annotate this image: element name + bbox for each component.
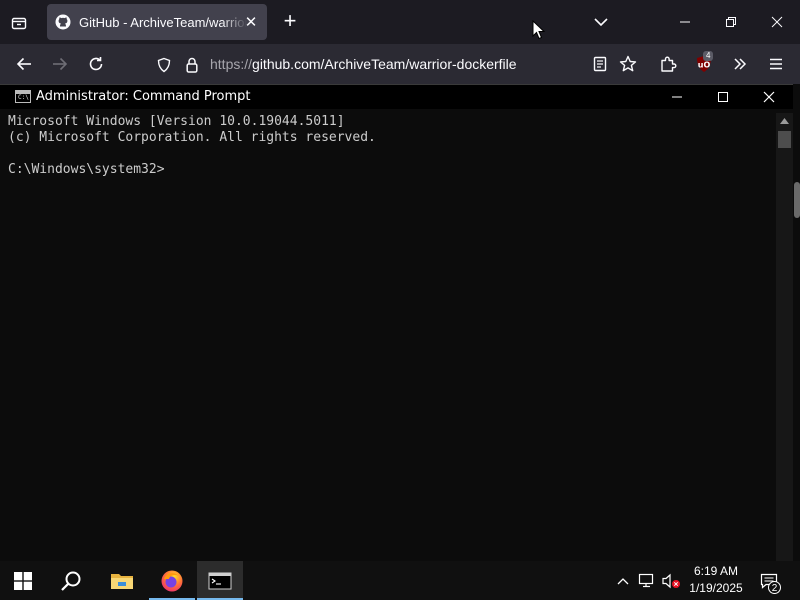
tab-list-button[interactable] (6, 10, 32, 36)
reload-icon (89, 57, 103, 71)
browser-restore-button[interactable] (708, 0, 754, 44)
extensions-icon (661, 56, 677, 72)
reload-button[interactable] (84, 52, 108, 76)
shield-icon[interactable] (156, 57, 172, 73)
app-menu-button[interactable] (764, 52, 788, 76)
taskbar-clock[interactable]: 6:19 AM 1/19/2025 (684, 563, 748, 597)
url-host-path: github.com/ArchiveTeam/warrior-dockerfil… (252, 56, 517, 72)
minimize-icon (680, 21, 690, 23)
mouse-cursor-icon (532, 20, 546, 40)
action-center-button[interactable] (756, 561, 782, 600)
command-prompt-icon: C:\ (15, 90, 31, 103)
list-all-tabs-button[interactable] (592, 13, 610, 31)
cmd-scroll-thumb[interactable] (778, 131, 791, 148)
network-icon (638, 573, 654, 587)
browser-tab-github[interactable]: GitHub - ArchiveTeam/warrior-dockerfile … (47, 4, 267, 40)
cmd-line: (c) Microsoft Corporation. All rights re… (8, 130, 376, 145)
chevron-down-icon (594, 18, 608, 27)
chevron-up-icon (617, 577, 629, 584)
forward-button[interactable] (48, 52, 72, 76)
star-icon (619, 55, 637, 72)
cmd-line: Microsoft Windows [Version 10.0.19044.50… (8, 114, 345, 129)
search-icon (61, 571, 81, 591)
back-icon (16, 57, 31, 71)
cmd-title-bar[interactable]: C:\ Administrator: Command Prompt (0, 85, 800, 109)
url-bar[interactable]: https://github.com/ArchiveTeam/warrior-d… (148, 50, 648, 80)
back-button[interactable] (12, 52, 36, 76)
overflow-menu-button[interactable] (728, 52, 752, 76)
notification-count-badge: 2 (768, 581, 781, 594)
url-text[interactable]: https://github.com/ArchiveTeam/warrior-d… (210, 56, 517, 72)
url-scheme: https:// (210, 56, 253, 72)
volume-muted-icon (662, 573, 680, 588)
lock-icon[interactable] (184, 56, 200, 74)
bookmark-button[interactable] (616, 52, 640, 76)
command-prompt-window[interactable]: C:\ Administrator: Command Prompt Micros… (0, 84, 800, 562)
clock-time: 6:19 AM (693, 564, 739, 578)
tab-title: GitHub - ArchiveTeam/warrior-dockerfile (79, 14, 247, 30)
new-tab-button[interactable]: + (280, 8, 300, 33)
close-icon (771, 16, 783, 28)
close-icon (763, 91, 775, 103)
overflow-icon (734, 58, 747, 70)
forward-icon (53, 57, 68, 71)
reader-view-icon (593, 56, 607, 72)
close-icon[interactable]: ✕ (243, 14, 259, 31)
minimize-icon (672, 96, 682, 98)
restore-icon (726, 17, 736, 27)
cmd-output[interactable]: Microsoft Windows [Version 10.0.19044.50… (8, 114, 376, 178)
navigation-toolbar: https://github.com/ArchiveTeam/warrior-d… (0, 44, 800, 84)
extensions-button[interactable] (656, 52, 680, 76)
file-explorer-icon (111, 573, 133, 589)
menu-icon (770, 58, 782, 70)
github-icon (55, 14, 71, 30)
cmd-line (8, 146, 376, 162)
windows-taskbar: 6:19 AM 1/19/2025 2 (0, 561, 800, 600)
network-button[interactable] (636, 561, 658, 600)
cmd-prompt-line: C:\Windows\system32> (8, 162, 165, 177)
scroll-up-arrow[interactable] (776, 113, 793, 129)
clock-date: 1/19/2025 (689, 581, 743, 595)
page-scroll-thumb[interactable] (794, 182, 800, 218)
taskbar-file-explorer[interactable] (99, 561, 145, 600)
windows-start-icon (14, 571, 32, 590)
taskbar-command-prompt[interactable] (197, 561, 243, 600)
search-button[interactable] (48, 561, 94, 600)
maximize-icon (718, 92, 728, 102)
ublock-badge: 4 (703, 51, 714, 61)
cmd-scrollbar[interactable] (776, 113, 793, 562)
tab-list-icon (11, 17, 27, 30)
chevron-up-icon (780, 118, 789, 124)
page-scrollbar[interactable] (793, 84, 800, 561)
volume-button[interactable] (660, 561, 682, 600)
cmd-close-button[interactable] (746, 85, 792, 109)
reader-view-button[interactable] (588, 52, 612, 76)
browser-minimize-button[interactable] (662, 0, 708, 44)
start-button[interactable] (0, 561, 46, 600)
browser-close-button[interactable] (754, 0, 800, 44)
show-hidden-icons-button[interactable] (613, 561, 633, 600)
cmd-minimize-button[interactable] (654, 85, 700, 109)
terminal-icon (208, 572, 232, 589)
browser-tab-bar: GitHub - ArchiveTeam/warrior-dockerfile … (0, 0, 800, 44)
svg-text:uO: uO (698, 61, 711, 70)
plus-icon: + (283, 8, 297, 33)
taskbar-firefox[interactable] (149, 561, 195, 600)
cmd-window-title: Administrator: Command Prompt (36, 89, 251, 104)
firefox-icon (161, 570, 183, 591)
cmd-maximize-button[interactable] (700, 85, 746, 109)
